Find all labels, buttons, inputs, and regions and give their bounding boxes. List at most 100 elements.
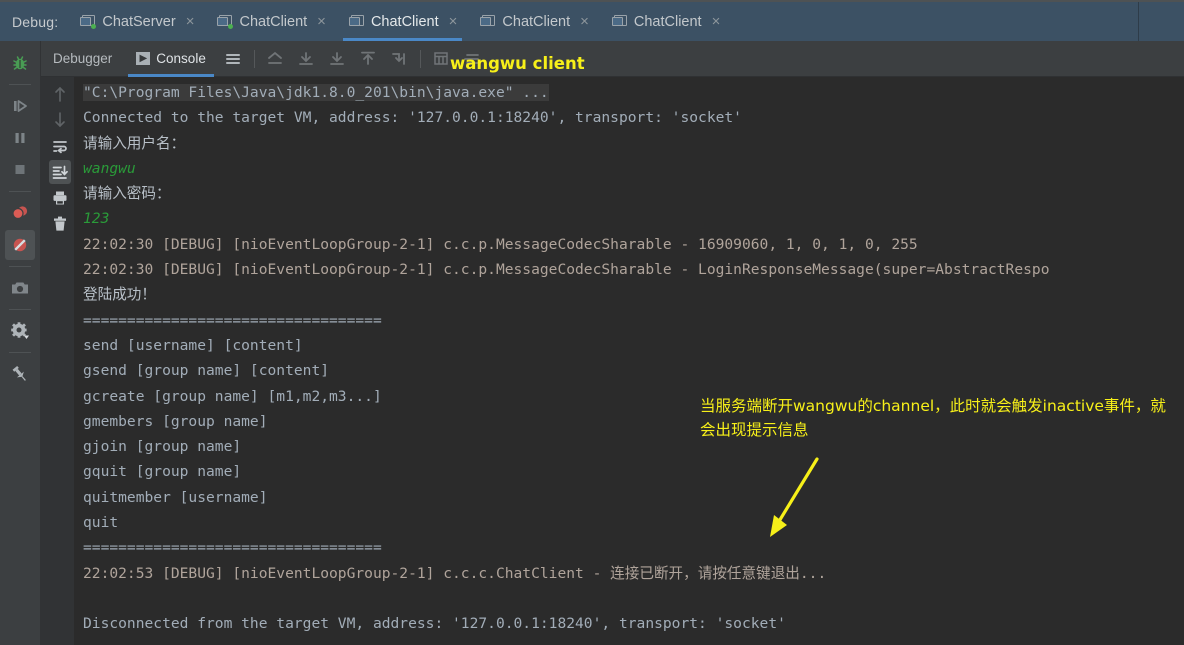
close-icon[interactable]: × xyxy=(449,14,458,29)
console-line-text: 22:02:30 [DEBUG] [nioEventLoopGroup-2-1]… xyxy=(83,261,1050,279)
view-breakpoints-icon[interactable] xyxy=(5,198,35,228)
tab-chatclient-2[interactable]: ChatClient × xyxy=(337,2,468,41)
tab-label: ChatClient xyxy=(370,13,439,30)
console-line-text: Disconnected from the target VM, address… xyxy=(83,615,786,633)
console-gutter xyxy=(41,77,75,645)
console-line: 123 xyxy=(83,206,1184,231)
scroll-to-end-icon[interactable] xyxy=(293,45,320,72)
console-line-text: gquit [group name] xyxy=(83,463,242,481)
console-line-text: "C:\Program Files\Java\jdk1.8.0_201\bin\… xyxy=(83,84,549,101)
rail-separator-4 xyxy=(9,309,31,310)
console-line-text: 123 xyxy=(83,210,110,228)
tab-label: ChatClient xyxy=(502,13,571,30)
settings-gear-icon[interactable] xyxy=(5,316,35,346)
layout-menu-icon[interactable] xyxy=(220,45,247,72)
soft-wrap-icon[interactable] xyxy=(49,134,71,158)
run-configuration-icon xyxy=(80,15,97,29)
console-line: gjoin [group name] xyxy=(83,434,1184,459)
console-line: gmembers [group name] xyxy=(83,409,1184,434)
tab-chatclient-3[interactable]: ChatClient × xyxy=(468,2,599,41)
tab-console-label: Console xyxy=(156,51,206,66)
screenshot-icon[interactable] xyxy=(5,273,35,303)
arrow-down-icon[interactable] xyxy=(49,108,71,132)
toolbar-separator-2 xyxy=(419,49,421,68)
select-all-icon[interactable] xyxy=(386,45,413,72)
tab-label: ChatClient xyxy=(239,13,308,30)
console-line-text: wangwu xyxy=(83,159,136,177)
debug-action-rail xyxy=(0,41,41,645)
rail-separator-2 xyxy=(9,191,31,192)
rail-separator-3 xyxy=(9,266,31,267)
close-icon[interactable]: × xyxy=(317,14,326,29)
debug-label: Debug: xyxy=(12,13,59,30)
console-line: 请输入用户名： xyxy=(83,131,1184,156)
console-line: ================================== xyxy=(83,308,1184,333)
console-line: Connected to the target VM, address: '12… xyxy=(83,105,1184,130)
console-line-text: 22:02:53 [DEBUG] [nioEventLoopGroup-2-1]… xyxy=(83,564,827,582)
console-line: gcreate [group name] [m1,m2,m3...] xyxy=(83,384,1184,409)
console-line: Disconnected from the target VM, address… xyxy=(83,611,1184,636)
console-line-text: send [username] [content] xyxy=(83,336,303,354)
console-output[interactable]: "C:\Program Files\Java\jdk1.8.0_201\bin\… xyxy=(75,77,1184,645)
console-line: quit xyxy=(83,510,1184,535)
arrow-up-icon[interactable] xyxy=(49,82,71,106)
run-configuration-icon xyxy=(480,15,496,28)
print-icon[interactable] xyxy=(49,186,71,210)
toolbar-separator-1 xyxy=(253,49,255,68)
scroll-down-icon[interactable] xyxy=(324,45,351,72)
debug-session-tabstrip: Debug: ChatServer × ChatClient × ChatCli… xyxy=(0,0,1184,41)
tabstrip-right-divider xyxy=(1138,2,1139,41)
console-line-text: gsend [group name] [content] xyxy=(83,362,330,380)
console-line-text: 登陆成功！ xyxy=(83,286,156,304)
scroll-end-icon[interactable] xyxy=(49,160,71,184)
console-line-text: quitmember [username] xyxy=(83,488,268,506)
console-line-text: 请输入用户名： xyxy=(83,134,186,152)
console-line-text: ================================== xyxy=(83,539,382,557)
console-line: send [username] [content] xyxy=(83,333,1184,358)
run-configuration-icon xyxy=(217,15,234,29)
tab-debugger[interactable]: Debugger xyxy=(41,41,124,77)
tab-label: ChatServer xyxy=(102,13,176,30)
run-configuration-icon xyxy=(348,15,364,28)
console-line: 登陆成功！ xyxy=(83,282,1184,307)
debug-bug-icon[interactable] xyxy=(5,48,35,78)
tabstrip-filler xyxy=(731,2,1184,41)
tab-chatclient-4[interactable]: ChatClient × xyxy=(600,2,731,41)
scroll-to-top-icon[interactable] xyxy=(355,45,382,72)
soft-wrap-icon[interactable] xyxy=(459,45,486,72)
console-line: wangwu xyxy=(83,156,1184,181)
stop-program-icon[interactable] xyxy=(5,155,35,185)
console-line-text: gjoin [group name] xyxy=(83,438,242,456)
mute-breakpoints-icon[interactable] xyxy=(5,230,35,260)
resume-program-icon[interactable] xyxy=(5,91,35,121)
console-line-text: ================================== xyxy=(83,311,382,329)
console-line-text: 请输入密码： xyxy=(83,185,171,203)
trash-icon[interactable] xyxy=(49,212,71,236)
console-line-text: 22:02:30 [DEBUG] [nioEventLoopGroup-2-1]… xyxy=(83,235,918,253)
tab-chatclient-1[interactable]: ChatClient × xyxy=(205,2,336,41)
console-line-text: quit xyxy=(83,514,119,532)
soft-wrap-down-icon[interactable] xyxy=(262,45,289,72)
rail-separator-1 xyxy=(9,84,31,85)
console-line-text: gcreate [group name] [m1,m2,m3...] xyxy=(83,387,382,405)
close-icon[interactable]: × xyxy=(712,14,721,29)
console-line: "C:\Program Files\Java\jdk1.8.0_201\bin\… xyxy=(83,80,1184,105)
console-line: 22:02:30 [DEBUG] [nioEventLoopGroup-2-1]… xyxy=(83,257,1184,282)
pause-program-icon[interactable] xyxy=(5,123,35,153)
run-configuration-icon xyxy=(611,15,627,28)
console-line-text: Connected to the target VM, address: '12… xyxy=(83,109,742,127)
pin-tab-icon[interactable] xyxy=(5,359,35,389)
close-icon[interactable]: × xyxy=(580,14,589,29)
console-toolbar: Debugger ▶ Console xyxy=(0,41,1184,77)
tab-console[interactable]: ▶ Console xyxy=(124,41,218,77)
close-icon[interactable]: × xyxy=(186,14,195,29)
console-line: gsend [group name] [content] xyxy=(83,358,1184,383)
debug-tool-window: Debug: ChatServer × ChatClient × ChatCli… xyxy=(0,0,1184,645)
play-icon: ▶ xyxy=(136,52,151,65)
tab-debugger-label: Debugger xyxy=(53,51,113,66)
tab-label: ChatClient xyxy=(633,13,702,30)
tab-chatserver-0[interactable]: ChatServer × xyxy=(68,2,205,41)
console-panel: "C:\Program Files\Java\jdk1.8.0_201\bin\… xyxy=(41,77,1184,645)
table-view-icon[interactable] xyxy=(428,45,455,72)
